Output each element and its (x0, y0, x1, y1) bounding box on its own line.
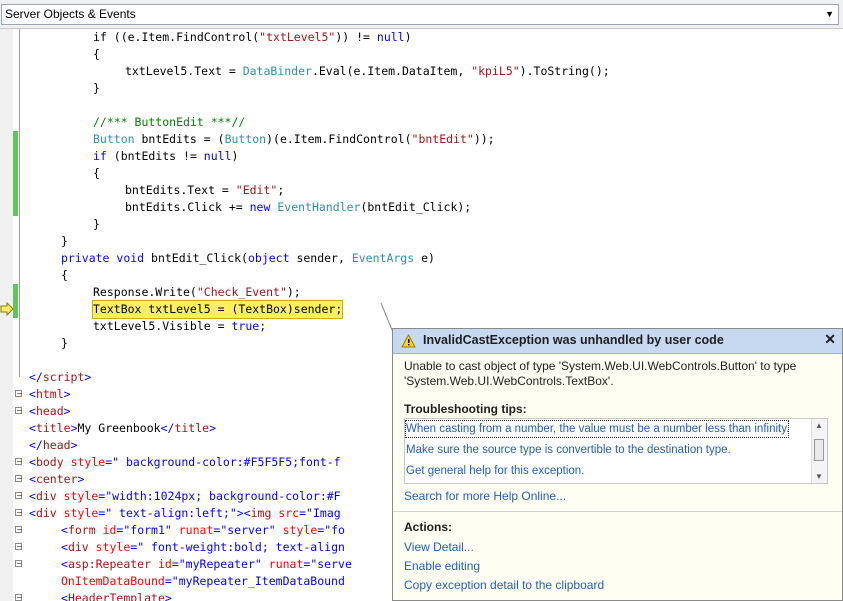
code-line: Button bntEdits = (Button)(e.Item.FindCo… (0, 131, 843, 148)
top-toolbar: Server Objects & Events ▼ (0, 0, 843, 29)
tip-link[interactable]: When casting from a number, the value mu… (405, 420, 790, 438)
exception-assistant-popup: InvalidCastException was unhandled by us… (392, 328, 843, 601)
code-line: { (61, 268, 68, 282)
collapse-icon[interactable]: − (15, 509, 23, 517)
change-marker (13, 199, 18, 216)
exception-title: InvalidCastException was unhandled by us… (423, 333, 724, 347)
tip-link[interactable]: Make sure the source type is convertible… (405, 441, 731, 459)
copy-exception-link[interactable]: Copy exception detail to the clipboard (404, 578, 604, 592)
search-help-online-link[interactable]: Search for more Help Online... (404, 489, 566, 503)
close-icon[interactable]: ✕ (824, 331, 836, 348)
scroll-thumb[interactable] (814, 439, 824, 461)
view-detail-link[interactable]: View Detail... (404, 540, 474, 554)
code-line: Response.Write("Check_Event"); (0, 284, 843, 301)
code-line: //*** ButtonEdit ***// (93, 115, 246, 129)
code-line: bntEdits.Text = "Edit"; (0, 182, 843, 199)
change-marker (13, 131, 18, 148)
change-marker (13, 182, 18, 199)
warning-icon (401, 334, 416, 348)
current-statement-arrow-icon (0, 302, 14, 316)
code-line: } (93, 81, 100, 95)
code-line: } (61, 234, 68, 248)
exception-header: InvalidCastException was unhandled by us… (393, 329, 842, 354)
change-marker (13, 165, 18, 182)
collapse-icon[interactable]: − (15, 407, 23, 415)
code-line: { (93, 47, 100, 61)
collapse-icon[interactable]: − (15, 526, 23, 534)
tips-scrollbar[interactable]: ▲ ▼ (811, 419, 827, 483)
chevron-down-icon[interactable]: ▼ (825, 5, 834, 24)
code-line: txtLevel5.Text = DataBinder.Eval(e.Item.… (125, 64, 610, 78)
dropdown-value: Server Objects & Events (5, 7, 136, 21)
code-line: bntEdits.Click += new EventHandler(bntEd… (0, 199, 843, 216)
enable-editing-link[interactable]: Enable editing (404, 559, 480, 573)
collapse-icon[interactable]: − (15, 492, 23, 500)
tip-link[interactable]: Get general help for this exception. (405, 462, 584, 480)
code-line: if (bntEdits != null) (0, 148, 843, 165)
code-line: { (0, 165, 843, 182)
collapse-icon[interactable]: − (15, 594, 23, 601)
change-marker (13, 148, 18, 165)
collapse-icon[interactable]: − (15, 390, 23, 398)
current-statement[interactable]: TextBox txtLevel5 = (TextBox)sender; (91, 300, 344, 319)
scroll-up-icon[interactable]: ▲ (815, 421, 823, 430)
code-line: if ((e.Item.FindControl("txtLevel5")) !=… (93, 30, 412, 44)
collapse-icon[interactable]: − (15, 543, 23, 551)
server-objects-dropdown[interactable]: Server Objects & Events ▼ (1, 4, 839, 25)
divider (393, 511, 842, 512)
collapse-icon[interactable]: − (15, 458, 23, 466)
actions-heading: Actions: (404, 520, 452, 534)
exception-message: Unable to cast object of type 'System.We… (404, 359, 797, 388)
troubleshooting-tips-list: When casting from a number, the value mu… (404, 418, 828, 484)
collapse-icon[interactable]: − (15, 560, 23, 568)
scroll-down-icon[interactable]: ▼ (815, 472, 823, 481)
code-line-current: TextBox txtLevel5 = (TextBox)sender; (0, 300, 843, 319)
code-line: private void bntEdit_Click(object sender… (61, 251, 435, 265)
code-line: } (93, 217, 100, 231)
collapse-icon[interactable]: − (15, 475, 23, 483)
change-marker (13, 284, 18, 301)
tips-heading: Troubleshooting tips: (404, 402, 527, 416)
